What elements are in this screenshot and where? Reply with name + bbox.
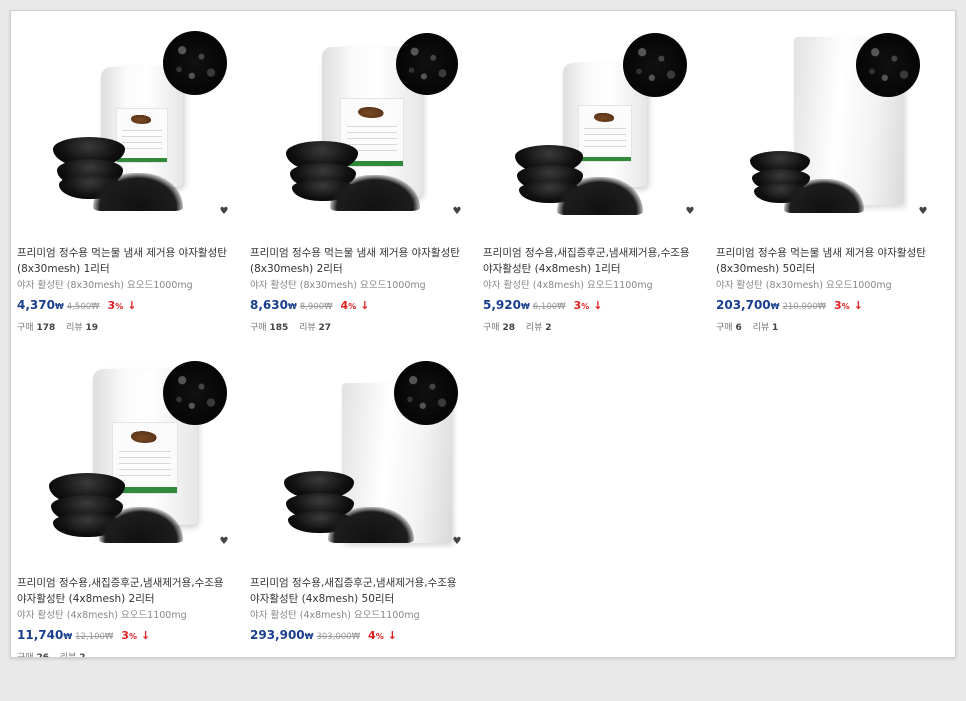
discount-rate: 3 — [121, 629, 129, 642]
down-arrow-icon: ↓ — [853, 299, 863, 312]
down-arrow-icon: ↓ — [127, 299, 137, 312]
product-grid-frame: ♥ 프리미엄 정수용 먹는물 냄새 제거용 야자활성탄 (8x30mesh) 1… — [10, 10, 956, 658]
price-row: 293,900 ₩ 303,000₩ 4 % ↓ — [250, 628, 468, 646]
product-card[interactable]: ♥ 프리미엄 정수용 먹는물 냄새 제거용 야자활성탄 (8x30mesh) 1… — [17, 19, 235, 333]
discount-rate: 4 — [368, 629, 376, 642]
product-spec: 야자 활성탄 (4x8mesh) 요오드1100mg — [17, 610, 187, 621]
product-image[interactable]: ♥ — [250, 349, 468, 549]
review-count: 27 — [318, 323, 332, 333]
purchase-label: 구매 — [483, 323, 500, 333]
product-stats: 구매 28 리뷰 2 — [483, 320, 701, 333]
price-row: 203,700 ₩ 210,000₩ 3 % ↓ — [716, 298, 934, 316]
original-price: 303,000₩ — [316, 632, 361, 642]
review-label: 리뷰 — [525, 323, 543, 333]
discount-rate: 3 — [573, 299, 582, 312]
heart-icon[interactable]: ♥ — [452, 207, 462, 217]
heart-icon[interactable]: ♥ — [219, 207, 229, 217]
original-price: 12,100₩ — [75, 632, 114, 642]
discount-rate: 4 — [340, 299, 349, 312]
review-label: 리뷰 — [752, 323, 770, 333]
heart-icon[interactable]: ♥ — [452, 537, 462, 547]
product-image[interactable]: ♥ — [483, 19, 701, 219]
purchase-label: 구매 — [17, 653, 34, 658]
product-spec: 야자 활성탄 (8x30mesh) 요오드1000mg — [716, 280, 892, 291]
product-stats: 구매 178 리뷰 19 — [17, 320, 235, 333]
currency-symbol: ₩ — [770, 302, 780, 311]
product-title[interactable]: 프리미엄 정수용 먹는물 냄새 제거용 야자활성탄 (8x30mesh) 50리… — [716, 245, 934, 277]
product-image[interactable]: ♥ — [250, 19, 468, 219]
heart-icon[interactable]: ♥ — [219, 537, 229, 547]
discount-unit: % — [128, 632, 137, 641]
sale-price: 293,900 — [250, 628, 305, 642]
review-count: 19 — [85, 323, 99, 333]
product-image[interactable]: ♥ — [17, 19, 235, 219]
discount-rate: 3 — [107, 299, 116, 312]
product-card[interactable]: ♥ 프리미엄 정수용,새집증후군,냄새제거용,수조용 야자활성탄 (4x8mes… — [483, 19, 701, 333]
currency-symbol: ₩ — [304, 632, 314, 641]
sale-price: 4,370 — [17, 298, 55, 312]
review-label: 리뷰 — [66, 323, 83, 333]
price-row: 11,740 ₩ 12,100₩ 3 % ↓ — [17, 628, 235, 646]
purchase-label: 구매 — [716, 323, 733, 333]
purchase-label: 구매 — [17, 323, 34, 333]
price-row: 8,630 ₩ 8,900₩ 4 % ↓ — [250, 298, 468, 316]
review-count: 2 — [79, 653, 86, 658]
currency-symbol: ₩ — [54, 302, 64, 311]
review-label: 리뷰 — [59, 653, 77, 658]
original-price: 8,900₩ — [299, 302, 333, 312]
sale-price: 5,920 — [483, 298, 521, 312]
product-card[interactable]: ♥ 프리미엄 정수용,새집증후군,냄새제거용,수조용 야자활성탄 (4x8mes… — [250, 349, 468, 646]
discount-unit: % — [581, 302, 590, 311]
discount-unit: % — [115, 302, 124, 311]
discount-unit: % — [348, 302, 357, 311]
product-card[interactable]: ♥ 프리미엄 정수용 먹는물 냄새 제거용 야자활성탄 (8x30mesh) 5… — [716, 19, 934, 333]
discount-rate: 3 — [834, 299, 842, 312]
product-stats: 구매 6 리뷰 1 — [716, 320, 934, 333]
discount-unit: % — [841, 302, 850, 311]
purchase-count: 26 — [36, 653, 49, 658]
product-spec: 야자 활성탄 (4x8mesh) 요오드1100mg — [483, 280, 653, 291]
original-price: 6,100₩ — [532, 302, 566, 312]
price-row: 5,920 ₩ 6,100₩ 3 % ↓ — [483, 298, 701, 316]
product-image[interactable]: ♥ — [716, 19, 934, 219]
product-spec: 야자 활성탄 (8x30mesh) 요오드1000mg — [17, 280, 193, 291]
product-card[interactable]: ♥ 프리미엄 정수용,새집증후군,냄새제거용,수조용 야자활성탄 (4x8mes… — [17, 349, 235, 658]
product-card[interactable]: ♥ 프리미엄 정수용 먹는물 냄새 제거용 야자활성탄 (8x30mesh) 2… — [250, 19, 468, 333]
purchase-count: 28 — [502, 323, 515, 333]
review-count: 1 — [772, 323, 779, 333]
original-price: 4,500₩ — [66, 302, 100, 312]
product-title[interactable]: 프리미엄 정수용,새집증후군,냄새제거용,수조용 야자활성탄 (4x8mesh)… — [483, 245, 701, 277]
down-arrow-icon: ↓ — [140, 629, 151, 642]
review-label: 리뷰 — [299, 323, 316, 333]
product-title[interactable]: 프리미엄 정수용,새집증후군,냄새제거용,수조용 야자활성탄 (4x8mesh)… — [17, 575, 235, 607]
product-title[interactable]: 프리미엄 정수용 먹는물 냄새 제거용 야자활성탄 (8x30mesh) 1리터 — [17, 245, 235, 277]
review-count: 2 — [545, 323, 552, 333]
currency-symbol: ₩ — [63, 632, 73, 641]
down-arrow-icon: ↓ — [387, 629, 397, 642]
discount-unit: % — [375, 632, 384, 641]
product-title[interactable]: 프리미엄 정수용,새집증후군,냄새제거용,수조용 야자활성탄 (4x8mesh)… — [250, 575, 468, 607]
original-price: 210,000₩ — [782, 302, 827, 312]
currency-symbol: ₩ — [287, 302, 297, 311]
product-stats: 구매 185 리뷰 27 — [250, 320, 468, 333]
purchase-count: 6 — [735, 323, 742, 333]
product-spec: 야자 활성탄 (8x30mesh) 요오드1000mg — [250, 280, 426, 291]
sale-price: 203,700 — [716, 298, 771, 312]
down-arrow-icon: ↓ — [593, 299, 603, 312]
product-stats: 구매 26 리뷰 2 — [17, 650, 235, 658]
heart-icon[interactable]: ♥ — [685, 207, 695, 217]
purchase-label: 구매 — [250, 323, 267, 333]
purchase-count: 178 — [36, 323, 56, 333]
down-arrow-icon: ↓ — [360, 299, 370, 312]
product-image[interactable]: ♥ — [17, 349, 235, 549]
sale-price: 11,740 — [17, 628, 64, 642]
currency-symbol: ₩ — [520, 302, 530, 311]
price-row: 4,370 ₩ 4,500₩ 3 % ↓ — [17, 298, 235, 316]
sale-price: 8,630 — [250, 298, 288, 312]
product-title[interactable]: 프리미엄 정수용 먹는물 냄새 제거용 야자활성탄 (8x30mesh) 2리터 — [250, 245, 468, 277]
heart-icon[interactable]: ♥ — [918, 207, 928, 217]
purchase-count: 185 — [269, 323, 289, 333]
product-spec: 야자 활성탄 (4x8mesh) 요오드1100mg — [250, 610, 420, 621]
